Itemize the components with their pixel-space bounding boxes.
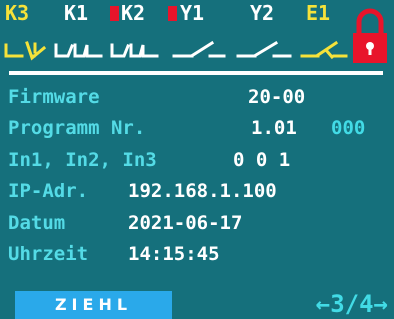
program-extra-value: 000 [331, 117, 366, 139]
date-label: Datum [8, 212, 66, 234]
contact-e1-icon [300, 40, 348, 60]
logo-text: ZIEHL [54, 295, 133, 314]
time-label: Uhrzeit [8, 243, 89, 265]
ip-label: IP-Adr. [8, 180, 89, 202]
device-display: K3 K1 K2 Y1 Y2 E1 Firmware 20-00 Program… [0, 0, 394, 319]
program-label: Programm Nr. [8, 117, 146, 139]
page-indicator: 3/4 [330, 290, 374, 318]
ip-value: 192.168.1.100 [128, 180, 277, 202]
header-separator [9, 71, 383, 75]
arrow-left-icon[interactable]: ← [316, 290, 330, 318]
page-navigation: ←3/4→ [316, 290, 388, 318]
inputs-value: 0 0 1 [233, 149, 291, 171]
firmware-label: Firmware [8, 86, 100, 108]
arrow-right-icon[interactable]: → [374, 290, 388, 318]
inputs-label: In1, In2, In3 [8, 149, 157, 171]
date-value: 2021-06-17 [128, 212, 243, 234]
ziehl-logo: ZIEHL [15, 291, 172, 319]
lock-icon [353, 8, 387, 63]
firmware-value: 20-00 [248, 86, 306, 108]
program-value: 1.01 [251, 117, 297, 139]
time-value: 14:15:45 [128, 243, 220, 265]
